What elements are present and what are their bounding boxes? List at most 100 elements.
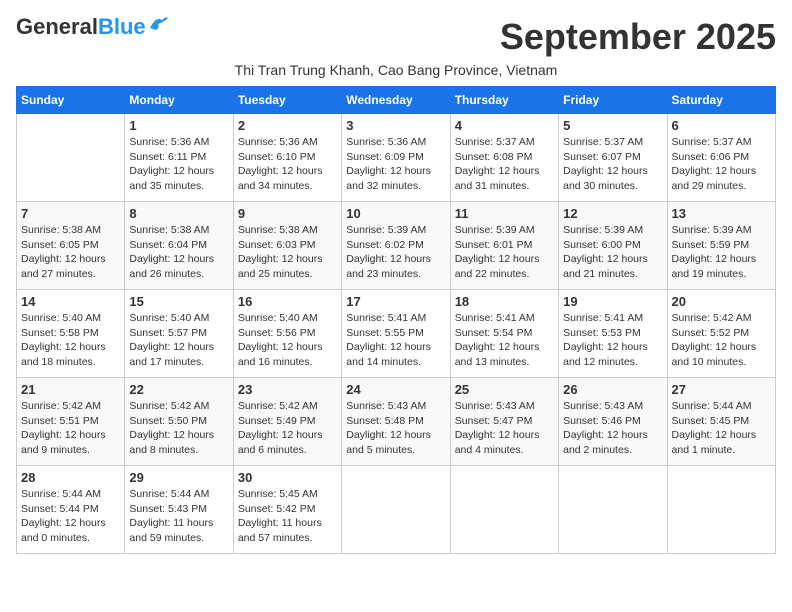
sunrise-time: Sunrise: 5:38 AM — [238, 224, 318, 236]
weekday-header-monday: Monday — [125, 87, 233, 114]
calendar-cell: 2 Sunrise: 5:36 AM Sunset: 6:10 PM Dayli… — [233, 114, 341, 202]
day-number: 1 — [129, 118, 228, 133]
sunrise-time: Sunrise: 5:40 AM — [129, 312, 209, 324]
calendar-table: SundayMondayTuesdayWednesdayThursdayFrid… — [16, 86, 776, 554]
daylight-hours: Daylight: 12 hours and 10 minutes. — [672, 341, 757, 368]
day-number: 10 — [346, 206, 445, 221]
calendar-cell: 5 Sunrise: 5:37 AM Sunset: 6:07 PM Dayli… — [559, 114, 667, 202]
calendar-cell: 28 Sunrise: 5:44 AM Sunset: 5:44 PM Dayl… — [17, 466, 125, 554]
daylight-hours: Daylight: 12 hours and 12 minutes. — [563, 341, 648, 368]
calendar-week-4: 21 Sunrise: 5:42 AM Sunset: 5:51 PM Dayl… — [17, 378, 776, 466]
sunrise-time: Sunrise: 5:43 AM — [563, 400, 643, 412]
day-info: Sunrise: 5:39 AM Sunset: 6:01 PM Dayligh… — [455, 223, 554, 282]
sunset-time: Sunset: 5:47 PM — [455, 415, 533, 427]
day-info: Sunrise: 5:37 AM Sunset: 6:06 PM Dayligh… — [672, 135, 771, 194]
calendar-cell: 11 Sunrise: 5:39 AM Sunset: 6:01 PM Dayl… — [450, 202, 558, 290]
day-number: 29 — [129, 470, 228, 485]
calendar-cell: 20 Sunrise: 5:42 AM Sunset: 5:52 PM Dayl… — [667, 290, 775, 378]
daylight-hours: Daylight: 12 hours and 19 minutes. — [672, 253, 757, 280]
day-info: Sunrise: 5:37 AM Sunset: 6:07 PM Dayligh… — [563, 135, 662, 194]
daylight-hours: Daylight: 12 hours and 34 minutes. — [238, 165, 323, 192]
day-info: Sunrise: 5:43 AM Sunset: 5:47 PM Dayligh… — [455, 399, 554, 458]
sunrise-time: Sunrise: 5:39 AM — [455, 224, 535, 236]
sunset-time: Sunset: 6:07 PM — [563, 151, 641, 163]
day-info: Sunrise: 5:39 AM Sunset: 6:00 PM Dayligh… — [563, 223, 662, 282]
day-info: Sunrise: 5:43 AM Sunset: 5:48 PM Dayligh… — [346, 399, 445, 458]
sunrise-time: Sunrise: 5:38 AM — [129, 224, 209, 236]
day-number: 15 — [129, 294, 228, 309]
day-number: 11 — [455, 206, 554, 221]
day-number: 4 — [455, 118, 554, 133]
weekday-header-row: SundayMondayTuesdayWednesdayThursdayFrid… — [17, 87, 776, 114]
sunset-time: Sunset: 5:46 PM — [563, 415, 641, 427]
daylight-hours: Daylight: 12 hours and 25 minutes. — [238, 253, 323, 280]
day-info: Sunrise: 5:42 AM Sunset: 5:51 PM Dayligh… — [21, 399, 120, 458]
weekday-header-tuesday: Tuesday — [233, 87, 341, 114]
sunset-time: Sunset: 6:04 PM — [129, 239, 207, 251]
sunrise-time: Sunrise: 5:41 AM — [563, 312, 643, 324]
day-info: Sunrise: 5:44 AM Sunset: 5:45 PM Dayligh… — [672, 399, 771, 458]
day-number: 25 — [455, 382, 554, 397]
day-info: Sunrise: 5:36 AM Sunset: 6:11 PM Dayligh… — [129, 135, 228, 194]
daylight-hours: Daylight: 12 hours and 22 minutes. — [455, 253, 540, 280]
calendar-cell: 30 Sunrise: 5:45 AM Sunset: 5:42 PM Dayl… — [233, 466, 341, 554]
day-info: Sunrise: 5:38 AM Sunset: 6:05 PM Dayligh… — [21, 223, 120, 282]
daylight-hours: Daylight: 12 hours and 14 minutes. — [346, 341, 431, 368]
sunrise-time: Sunrise: 5:39 AM — [672, 224, 752, 236]
calendar-week-3: 14 Sunrise: 5:40 AM Sunset: 5:58 PM Dayl… — [17, 290, 776, 378]
day-info: Sunrise: 5:44 AM Sunset: 5:44 PM Dayligh… — [21, 487, 120, 546]
day-number: 24 — [346, 382, 445, 397]
daylight-hours: Daylight: 12 hours and 2 minutes. — [563, 429, 648, 456]
calendar-cell: 12 Sunrise: 5:39 AM Sunset: 6:00 PM Dayl… — [559, 202, 667, 290]
sunrise-time: Sunrise: 5:36 AM — [129, 136, 209, 148]
daylight-hours: Daylight: 12 hours and 9 minutes. — [21, 429, 106, 456]
daylight-hours: Daylight: 12 hours and 6 minutes. — [238, 429, 323, 456]
sunset-time: Sunset: 6:08 PM — [455, 151, 533, 163]
calendar-week-1: 1 Sunrise: 5:36 AM Sunset: 6:11 PM Dayli… — [17, 114, 776, 202]
day-number: 28 — [21, 470, 120, 485]
page-header: GeneralBlue September 2025 — [16, 16, 776, 58]
day-info: Sunrise: 5:41 AM Sunset: 5:53 PM Dayligh… — [563, 311, 662, 370]
weekday-header-friday: Friday — [559, 87, 667, 114]
day-number: 5 — [563, 118, 662, 133]
daylight-hours: Daylight: 12 hours and 16 minutes. — [238, 341, 323, 368]
calendar-cell: 29 Sunrise: 5:44 AM Sunset: 5:43 PM Dayl… — [125, 466, 233, 554]
daylight-hours: Daylight: 12 hours and 27 minutes. — [21, 253, 106, 280]
calendar-cell: 7 Sunrise: 5:38 AM Sunset: 6:05 PM Dayli… — [17, 202, 125, 290]
day-info: Sunrise: 5:42 AM Sunset: 5:49 PM Dayligh… — [238, 399, 337, 458]
sunrise-time: Sunrise: 5:37 AM — [672, 136, 752, 148]
daylight-hours: Daylight: 12 hours and 13 minutes. — [455, 341, 540, 368]
sunrise-time: Sunrise: 5:39 AM — [346, 224, 426, 236]
logo-blue: Blue — [98, 14, 146, 39]
day-number: 20 — [672, 294, 771, 309]
daylight-hours: Daylight: 12 hours and 21 minutes. — [563, 253, 648, 280]
daylight-hours: Daylight: 12 hours and 26 minutes. — [129, 253, 214, 280]
calendar-cell: 22 Sunrise: 5:42 AM Sunset: 5:50 PM Dayl… — [125, 378, 233, 466]
weekday-header-wednesday: Wednesday — [342, 87, 450, 114]
sunset-time: Sunset: 6:00 PM — [563, 239, 641, 251]
sunrise-time: Sunrise: 5:37 AM — [563, 136, 643, 148]
day-info: Sunrise: 5:45 AM Sunset: 5:42 PM Dayligh… — [238, 487, 337, 546]
daylight-hours: Daylight: 12 hours and 30 minutes. — [563, 165, 648, 192]
sunset-time: Sunset: 6:09 PM — [346, 151, 424, 163]
calendar-week-5: 28 Sunrise: 5:44 AM Sunset: 5:44 PM Dayl… — [17, 466, 776, 554]
daylight-hours: Daylight: 12 hours and 32 minutes. — [346, 165, 431, 192]
sunset-time: Sunset: 5:50 PM — [129, 415, 207, 427]
sunset-time: Sunset: 5:59 PM — [672, 239, 750, 251]
sunrise-time: Sunrise: 5:44 AM — [21, 488, 101, 500]
day-number: 14 — [21, 294, 120, 309]
daylight-hours: Daylight: 12 hours and 18 minutes. — [21, 341, 106, 368]
calendar-cell — [559, 466, 667, 554]
calendar-cell: 8 Sunrise: 5:38 AM Sunset: 6:04 PM Dayli… — [125, 202, 233, 290]
sunset-time: Sunset: 5:49 PM — [238, 415, 316, 427]
sunrise-time: Sunrise: 5:38 AM — [21, 224, 101, 236]
calendar-cell — [17, 114, 125, 202]
calendar-cell: 15 Sunrise: 5:40 AM Sunset: 5:57 PM Dayl… — [125, 290, 233, 378]
daylight-hours: Daylight: 12 hours and 5 minutes. — [346, 429, 431, 456]
sunrise-time: Sunrise: 5:36 AM — [238, 136, 318, 148]
calendar-cell: 4 Sunrise: 5:37 AM Sunset: 6:08 PM Dayli… — [450, 114, 558, 202]
day-number: 27 — [672, 382, 771, 397]
sunset-time: Sunset: 5:48 PM — [346, 415, 424, 427]
calendar-cell — [342, 466, 450, 554]
sunset-time: Sunset: 5:42 PM — [238, 503, 316, 515]
